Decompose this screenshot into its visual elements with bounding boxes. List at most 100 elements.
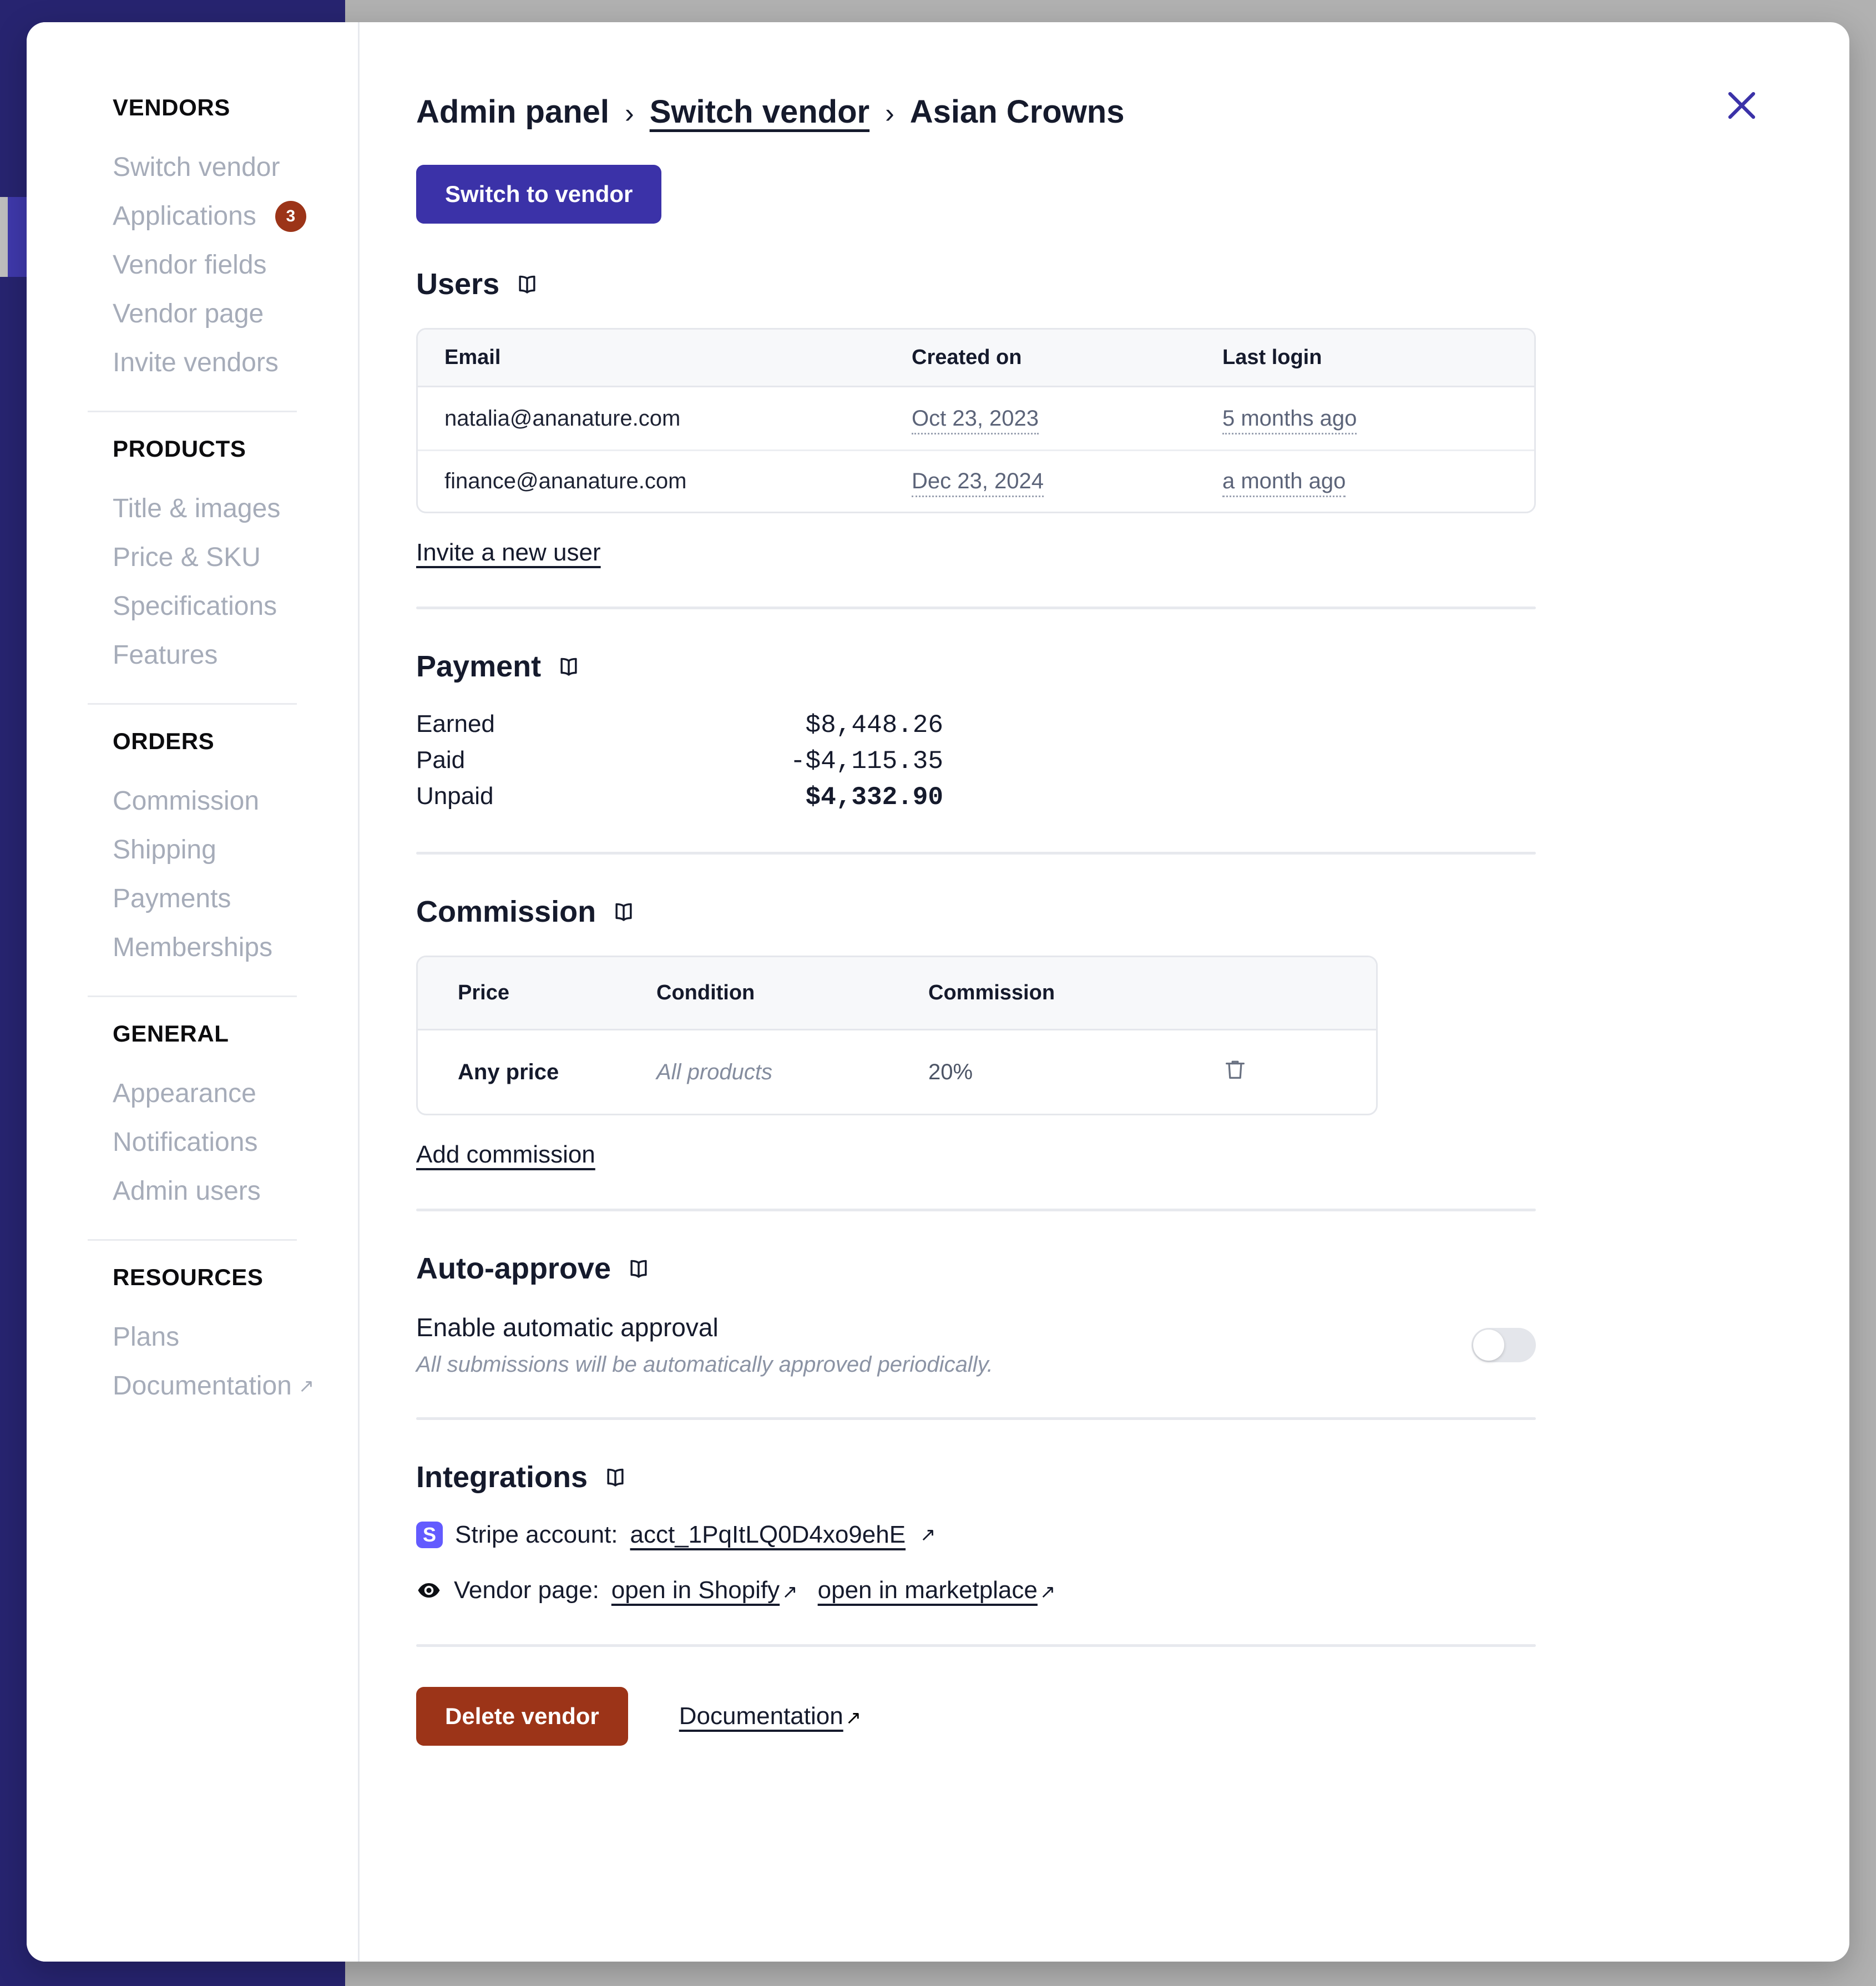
commission-section: Commission Price Condition Commission An… — [416, 895, 1537, 1169]
sidebar-item-appearance[interactable]: Appearance — [27, 1069, 358, 1118]
table-row[interactable]: finance@ananature.com Dec 23, 2024 a mon… — [418, 449, 1534, 512]
section-title: Users — [416, 267, 500, 301]
payment-value: $4,332.90 — [805, 783, 943, 812]
invite-new-user-link[interactable]: Invite a new user — [416, 539, 601, 567]
table-row[interactable]: natalia@ananature.com Oct 23, 2023 5 mon… — [418, 387, 1534, 449]
trash-icon[interactable] — [1222, 1057, 1248, 1088]
sidebar-item-memberships[interactable]: Memberships — [27, 923, 358, 972]
user-last-login-value[interactable]: 5 months ago — [1222, 406, 1357, 434]
sidebar-item-applications[interactable]: Applications 3 — [27, 192, 358, 241]
open-in-marketplace-link[interactable]: open in marketplace — [818, 1576, 1038, 1604]
sidebar-item-label-wrap: Shipping — [113, 833, 216, 867]
sidebar-item-label-wrap: Memberships — [113, 931, 272, 964]
book-icon[interactable] — [515, 272, 539, 296]
breadcrumb-item-admin-panel[interactable]: Admin panel — [416, 93, 609, 130]
sidebar-divider — [88, 1239, 297, 1241]
sidebar-item-admin-users[interactable]: Admin users — [27, 1167, 358, 1216]
close-icon[interactable] — [1718, 82, 1765, 129]
sidebar-item-specifications[interactable]: Specifications — [27, 582, 358, 631]
sidebar-item-label: Commission — [113, 786, 260, 816]
sidebar-item-plans[interactable]: Plans — [27, 1313, 358, 1362]
auto-approve-section-header: Auto-approve — [416, 1251, 1537, 1286]
user-created-on-value[interactable]: Dec 23, 2024 — [912, 469, 1044, 497]
breadcrumb-item-asian-crowns: Asian Crowns — [909, 94, 1125, 130]
sidebar-item-label: Memberships — [113, 933, 273, 962]
sidebar-item-label-wrap: Applications — [113, 200, 256, 233]
vendor-page-links: open in Shopify ↗ open in marketplace ↗ — [611, 1576, 1056, 1604]
sidebar-item-label-wrap: Features — [113, 639, 218, 672]
sidebar-item-invite-vendors[interactable]: Invite vendors — [27, 338, 358, 387]
breadcrumb-separator: › — [625, 98, 634, 129]
external-link-icon: ↗ — [845, 1707, 862, 1729]
sidebar-group-title: PRODUCTS — [113, 436, 246, 462]
user-created-on-value[interactable]: Oct 23, 2023 — [912, 406, 1039, 434]
payment-row-paid: Paid -$4,115.35 — [416, 746, 1537, 776]
sidebar-item-notifications[interactable]: Notifications — [27, 1118, 358, 1167]
payment-value: -$4,115.35 — [790, 747, 943, 776]
auto-approve-label: Enable automatic approval — [416, 1313, 719, 1342]
sidebar-divider — [88, 411, 297, 412]
external-link-icon: ↗ — [1039, 1581, 1056, 1603]
table-row[interactable]: Any price All products 20% — [418, 1030, 1376, 1114]
app-chrome-accent-purple — [8, 197, 27, 277]
auto-approve-row: Enable automatic approval All submission… — [416, 1312, 1536, 1377]
documentation-link[interactable]: Documentation — [679, 1702, 843, 1730]
column-header-condition: Condition — [656, 981, 755, 1004]
section-title: Commission — [416, 895, 596, 928]
add-commission-link[interactable]: Add commission — [416, 1141, 595, 1169]
delete-vendor-button[interactable]: Delete vendor — [416, 1687, 628, 1746]
sidebar-item-vendor-page[interactable]: Vendor page — [27, 290, 358, 338]
sidebar-item-label: Title & images — [113, 494, 281, 523]
sidebar-item-label: Price & SKU — [113, 543, 261, 572]
sidebar-item-switch-vendor[interactable]: Switch vendor — [27, 143, 358, 192]
sidebar-item-features[interactable]: Features — [27, 631, 358, 680]
column-header-price: Price — [458, 981, 509, 1004]
sidebar-item-label: Appearance — [113, 1079, 256, 1108]
column-header-last-login: Last login — [1222, 346, 1322, 369]
sidebar-item-label-wrap: Payments — [113, 882, 231, 916]
sidebar-item-commission[interactable]: Commission — [27, 777, 358, 826]
settings-sidebar: VENDORS Switch vendor Applications 3 Vendor … — [27, 22, 360, 1962]
sidebar-divider — [88, 995, 297, 997]
column-header-email: Email — [444, 346, 501, 369]
payment-section-header: Payment — [416, 649, 1537, 684]
open-in-shopify-link[interactable]: open in Shopify — [611, 1576, 780, 1604]
sidebar-item-shipping[interactable]: Shipping — [27, 826, 358, 875]
breadcrumb-item-switch-vendor[interactable]: Switch vendor — [650, 93, 869, 130]
sidebar-item-documentation[interactable]: Documentation ↗ — [27, 1362, 358, 1411]
section-title: Payment — [416, 650, 542, 683]
switch-to-vendor-button[interactable]: Switch to vendor — [416, 165, 662, 224]
sidebar-group-resources: RESOURCES Plans Documentation ↗ — [27, 1264, 358, 1411]
sidebar-item-label: Specifications — [113, 592, 277, 621]
sidebar-item-label: Invite vendors — [113, 348, 279, 377]
sidebar-item-price-sku[interactable]: Price & SKU — [27, 533, 358, 582]
book-icon[interactable] — [557, 654, 581, 679]
users-section-header: Users — [416, 267, 1537, 301]
eye-icon — [416, 1578, 442, 1603]
user-email: finance@ananature.com — [444, 469, 687, 493]
book-icon[interactable] — [603, 1465, 628, 1489]
external-link-icon: ↗ — [782, 1581, 798, 1603]
book-icon[interactable] — [626, 1256, 651, 1281]
sidebar-item-payments[interactable]: Payments — [27, 875, 358, 923]
user-created-on: Dec 23, 2024 — [912, 469, 1222, 497]
auto-approve-toggle[interactable] — [1472, 1327, 1536, 1362]
sidebar-item-label-wrap: Notifications — [113, 1126, 257, 1159]
payment-row-unpaid: Unpaid $4,332.90 — [416, 782, 1537, 812]
sidebar-item-label-wrap: Invite vendors — [113, 346, 279, 380]
integrations-section: Integrations S Stripe account: acct_1PqI… — [416, 1460, 1537, 1604]
user-last-login-value[interactable]: a month ago — [1222, 469, 1346, 497]
section-divider — [416, 1644, 1536, 1647]
commission-condition: All products — [656, 1059, 772, 1084]
sidebar-group-general: GENERAL Appearance Notifications Admin user… — [27, 1020, 358, 1216]
payment-summary: Earned $8,448.26 Paid -$4,115.35 Unpaid … — [416, 710, 1537, 812]
sidebar-item-title-images[interactable]: Title & images — [27, 484, 358, 533]
sidebar-item-label-wrap: Commission — [113, 785, 259, 818]
sidebar-item-vendor-fields[interactable]: Vendor fields — [27, 241, 358, 290]
commission-price: Any price — [458, 1059, 559, 1084]
book-icon[interactable] — [611, 899, 636, 924]
payment-row-earned: Earned $8,448.26 — [416, 710, 1537, 740]
sidebar-item-label: Switch vendor — [113, 153, 280, 182]
sidebar-item-label: Shipping — [113, 835, 216, 865]
stripe-account-link[interactable]: acct_1PqItLQ0D4xo9ehE — [630, 1521, 906, 1549]
